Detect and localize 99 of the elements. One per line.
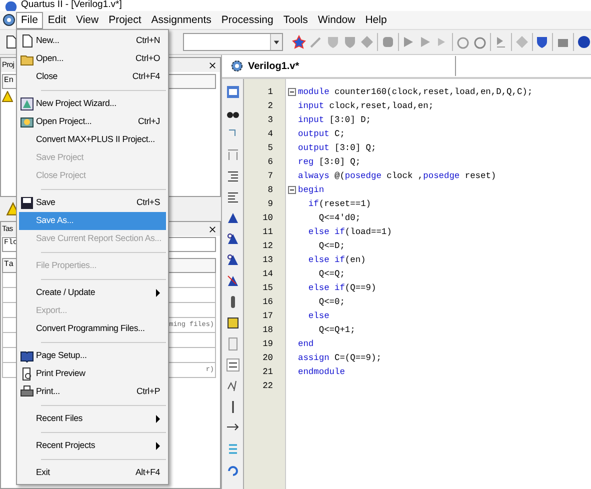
menu-item[interactable]: Processing — [216, 12, 278, 28]
line-number: 8 — [266, 184, 274, 197]
help-icon[interactable] — [577, 35, 591, 49]
menu-item[interactable]: View — [71, 12, 104, 28]
line-number: 5 — [266, 142, 274, 155]
pin-icon[interactable] — [226, 232, 240, 246]
pin-icon[interactable] — [226, 274, 240, 288]
code-line: output C; — [298, 128, 345, 141]
code-line: assign C=(Q==9); — [298, 352, 382, 365]
outdent-icon[interactable] — [226, 190, 240, 204]
menu-item[interactable]: Open... Ctrl+O — [19, 50, 166, 68]
line-number: 3 — [266, 114, 274, 127]
code-line: Q<=Q+1; — [318, 324, 356, 337]
undo-icon[interactable] — [226, 463, 240, 477]
app-icon — [4, 0, 18, 11]
warning-icon — [2, 91, 13, 102]
menu-item[interactable]: Help — [360, 12, 392, 28]
line-number: 12 — [262, 240, 274, 253]
line-number: 16 — [262, 296, 274, 309]
menu-item[interactable]: Create / Update — [19, 284, 166, 302]
new-file-icon — [20, 34, 34, 48]
code-line: always @(posedge clock ,posedge reset) — [298, 170, 496, 183]
menu-item[interactable]: Recent Projects — [19, 437, 166, 455]
code-line: reg [3:0] Q; — [298, 156, 361, 169]
menu-item[interactable]: Save Ctrl+S — [19, 194, 166, 212]
line-number: 22 — [262, 380, 274, 393]
menu-item[interactable]: Exit Alt+F4 — [19, 464, 166, 482]
submenu-arrow-icon — [156, 442, 160, 450]
pin-icon[interactable] — [226, 211, 240, 225]
line-number: 9 — [266, 198, 274, 211]
indent-icon[interactable] — [226, 169, 240, 183]
book-icon — [20, 349, 34, 363]
code-line: output [3:0] Q; — [298, 142, 376, 155]
shield-icon[interactable] — [535, 35, 550, 49]
fold-icon[interactable] — [288, 88, 296, 96]
menu-item[interactable]: Page Setup... — [19, 347, 166, 365]
menu-item[interactable]: Assignments — [146, 12, 216, 28]
line-number: 20 — [262, 352, 274, 365]
pin-icon[interactable] — [226, 253, 240, 267]
window-title: Quartus II - [Verilog1.v*] — [21, 0, 122, 11]
menu-item[interactable]: Window — [312, 12, 360, 28]
project-icon — [20, 115, 34, 129]
line-number: 14 — [262, 268, 274, 281]
code-line: input [3:0] D; — [298, 114, 371, 127]
close-icon[interactable] — [209, 226, 216, 232]
wizard-icon — [20, 97, 34, 111]
code-line: module counter160(clock,reset,load,en,D,Q,C); — [298, 86, 533, 99]
close-icon[interactable] — [209, 62, 216, 68]
menu-item[interactable]: New Project Wizard... — [19, 95, 166, 113]
line-number: 15 — [262, 282, 274, 295]
code-line: else if(Q==9) — [307, 282, 376, 295]
dropdown-field[interactable] — [183, 33, 283, 51]
gear-icon — [230, 59, 244, 73]
line-number: 2 — [266, 100, 274, 113]
code-line: endmodule — [298, 366, 345, 379]
new-file-icon[interactable] — [4, 35, 18, 49]
code-line: end — [298, 338, 314, 351]
menu-item[interactable]: Print Preview — [19, 365, 166, 383]
line-number-icon[interactable] — [226, 358, 240, 372]
code-line: Q<=4'd0; — [318, 212, 361, 225]
menu-item[interactable]: Project — [104, 12, 146, 28]
code-line: Q<=Q; — [318, 268, 345, 281]
app-menu-icon[interactable] — [2, 13, 16, 27]
printer-icon — [20, 385, 34, 399]
fold-icon[interactable] — [288, 186, 296, 194]
line-number: 19 — [262, 338, 274, 351]
line-number: 7 — [266, 170, 274, 183]
code-line: else if(en) — [307, 254, 366, 267]
menu-item[interactable]: New... Ctrl+N — [19, 32, 166, 50]
submenu-arrow-icon — [156, 289, 160, 297]
menu-item[interactable]: Print... Ctrl+P — [19, 383, 166, 401]
code-line: else — [307, 310, 330, 323]
menu-item[interactable]: Recent Files — [19, 410, 166, 428]
line-number: 17 — [262, 310, 274, 323]
star-icon[interactable] — [292, 35, 306, 49]
submenu-arrow-icon — [156, 415, 160, 423]
caret-icon — [272, 38, 280, 46]
code-line: else if(load==1) — [307, 226, 392, 239]
code-line: input clock,reset,load,en; — [298, 100, 434, 113]
menu-item[interactable]: Convert Programming Files... — [19, 320, 166, 338]
menu-item[interactable]: Open Project... Ctrl+J — [19, 113, 166, 131]
code-line: begin — [298, 184, 324, 197]
line-number: 13 — [262, 254, 274, 267]
line-number: 11 — [262, 226, 274, 239]
menu-item[interactable]: Edit — [42, 12, 72, 28]
line-number: 21 — [262, 366, 274, 379]
line-number: 4 — [266, 128, 274, 141]
print-preview-icon — [20, 367, 34, 381]
code-line: Q<=0; — [318, 296, 345, 309]
code-line: if(reset==1) — [307, 198, 371, 211]
menu-item[interactable]: Tools — [278, 12, 313, 28]
window-icon[interactable] — [226, 85, 240, 99]
line-number: 1 — [266, 86, 274, 99]
menu-item[interactable]: File — [16, 12, 43, 28]
code-line: Q<=D; — [318, 240, 345, 253]
line-number: 10 — [262, 212, 274, 225]
menu-item[interactable]: Convert MAX+PLUS II Project... — [19, 131, 166, 149]
line-number: 6 — [266, 156, 274, 169]
line-number: 18 — [262, 324, 274, 337]
